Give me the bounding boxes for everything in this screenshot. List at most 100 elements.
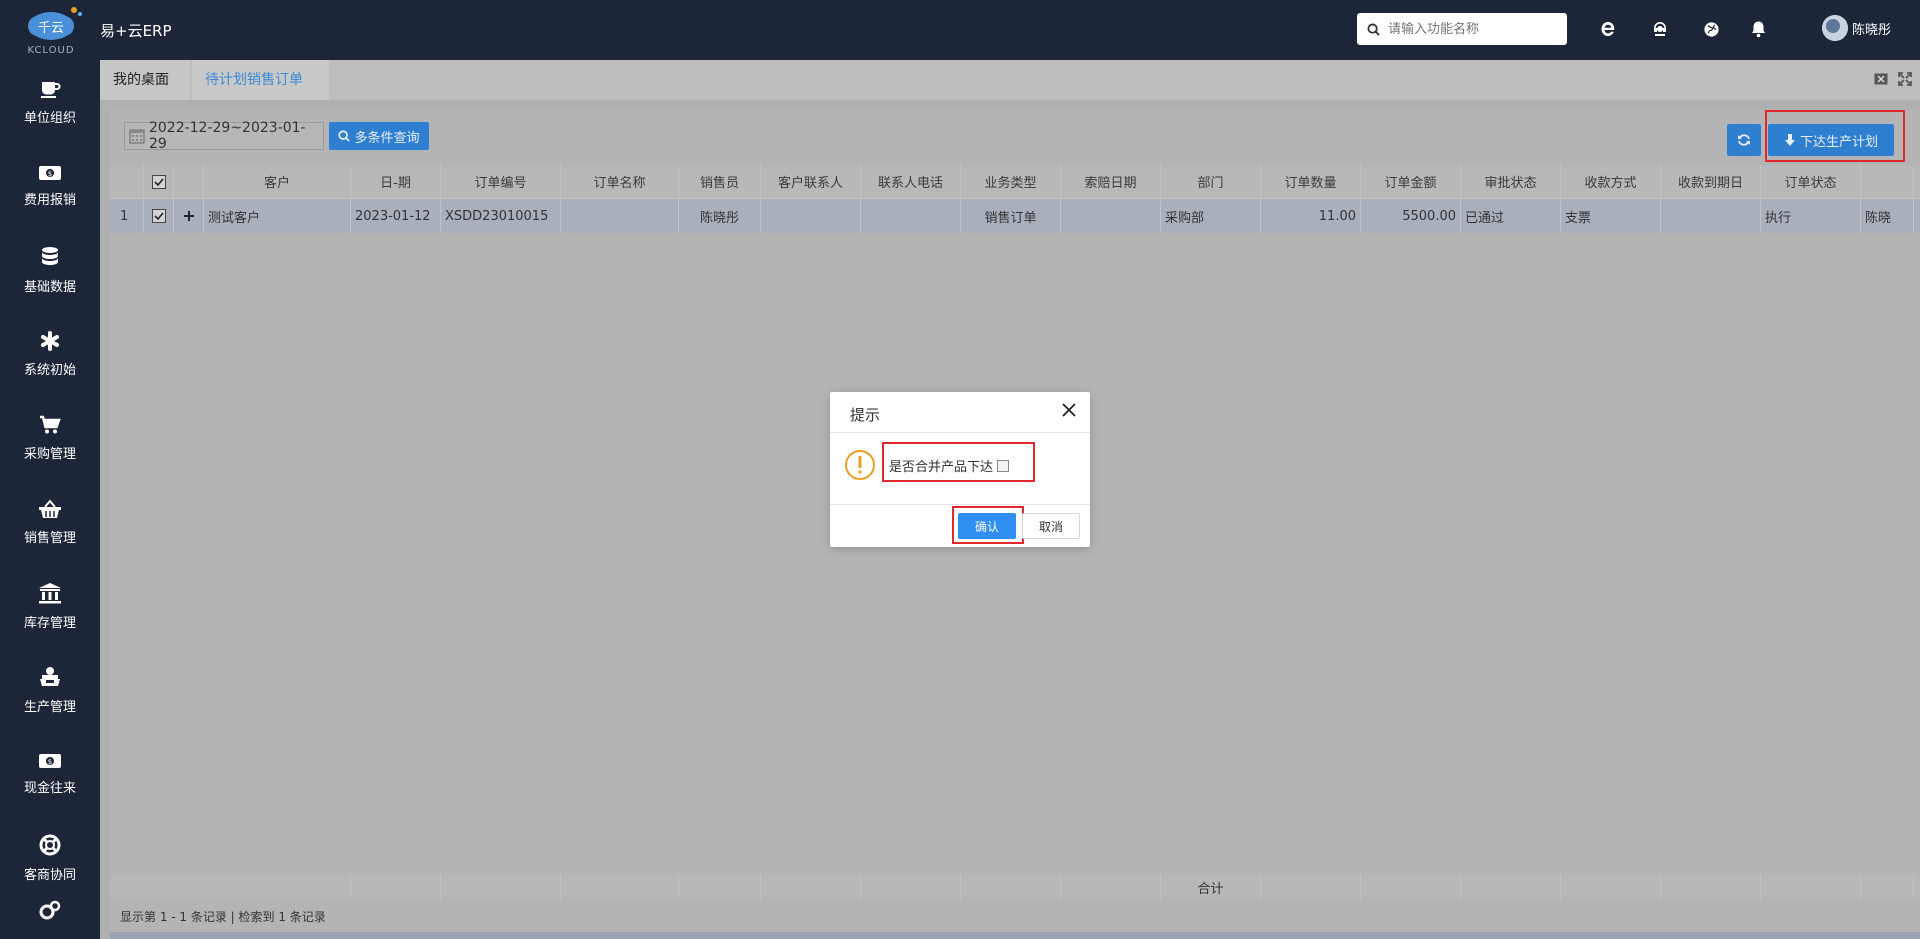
col-header[interactable]: 订单编号 xyxy=(441,165,561,198)
col-header[interactable]: 联系人电话 xyxy=(861,165,961,198)
sidebar-item-label: 系统初始 xyxy=(23,362,76,378)
date-range-input[interactable]: 2022-12-29~2023-01-29 xyxy=(124,120,324,152)
col-header[interactable]: 部门 xyxy=(1161,165,1261,198)
cell-department: 采购部 xyxy=(1161,199,1261,233)
tab-bar: 我的桌面 待计划销售订单 xyxy=(100,60,1920,100)
table-row[interactable]: 1 测试客户 2023-01-12 XSDD23010015 陈晓彤 销售订单 … xyxy=(110,199,1920,233)
col-header[interactable]: 日-期 xyxy=(351,165,441,198)
sidebar-item-more[interactable] xyxy=(0,900,100,939)
search-icon xyxy=(338,130,351,142)
svg-text:$: $ xyxy=(48,758,52,766)
col-header[interactable]: 订单名称 xyxy=(561,165,679,198)
headset-icon[interactable] xyxy=(1648,17,1672,41)
highlight-box-issue xyxy=(1765,110,1905,162)
tab-my-desktop[interactable]: 我的桌面 xyxy=(100,60,190,100)
cell-claim-date xyxy=(1061,199,1161,233)
checkbox-checked-icon[interactable] xyxy=(151,209,166,223)
cell-salesperson: 陈晓彤 xyxy=(679,199,761,233)
fullscreen-icon[interactable] xyxy=(1898,72,1912,86)
sidebar: 单位组织 $ 费用报销 基础数据 系统初始 采购管理 销售管理 库存管理 生产管… xyxy=(0,60,100,939)
sidebar-item-partner[interactable]: 客商协同 xyxy=(0,816,100,900)
confirm-dialog: 提示 是否合并产品下达 确认 取消 xyxy=(830,392,1090,547)
cell-contact-phone xyxy=(861,199,961,233)
sidebar-item-label: 销售管理 xyxy=(23,530,76,546)
cell-amount: 5500.00 xyxy=(1361,199,1461,233)
cell-overflow: 陈晓 xyxy=(1861,199,1914,233)
cell-payment-method: 支票 xyxy=(1561,199,1661,233)
asterisk-icon xyxy=(41,330,59,351)
col-header[interactable]: 客户 xyxy=(204,165,351,198)
search-icon xyxy=(1367,22,1380,36)
sidebar-item-basedata[interactable]: 基础数据 xyxy=(0,228,100,312)
database-icon xyxy=(42,246,58,265)
plus-icon xyxy=(183,211,194,221)
query-label: 多条件查询 xyxy=(354,130,420,146)
col-header[interactable]: 订单数量 xyxy=(1261,165,1361,198)
col-header[interactable]: 客户联系人 xyxy=(761,165,861,198)
logo: 千云 KCLOUD xyxy=(14,4,88,56)
sidebar-item-label: 费用报销 xyxy=(23,192,76,208)
col-header[interactable]: 订单状态 xyxy=(1761,165,1861,198)
ie-icon[interactable] xyxy=(1596,17,1620,41)
factory-icon xyxy=(40,666,60,686)
col-header[interactable]: 收款到期日 xyxy=(1661,165,1761,198)
sidebar-item-label: 生产管理 xyxy=(23,699,76,715)
horizontal-scrollbar[interactable] xyxy=(110,932,1920,939)
multi-condition-query-button[interactable]: 多条件查询 xyxy=(329,122,429,150)
sidebar-item-label: 单位组织 xyxy=(23,110,76,126)
sidebar-item-sales[interactable]: 销售管理 xyxy=(0,480,100,564)
sidebar-item-label: 现金往来 xyxy=(23,780,76,796)
cell-order-status: 执行 xyxy=(1761,199,1861,233)
top-bar: 千云 KCLOUD 易+云ERP 陈晓彤 xyxy=(0,0,1920,60)
cell-contact xyxy=(761,199,861,233)
cell-date: 2023-01-12 xyxy=(351,199,441,233)
logo-subtext: KCLOUD xyxy=(27,45,74,56)
sidebar-item-cash[interactable]: $ 现金往来 xyxy=(0,732,100,816)
cell-order-no: XSDD23010015 xyxy=(441,199,561,233)
col-header[interactable]: 业务类型 xyxy=(961,165,1061,198)
close-tabs-icon[interactable] xyxy=(1874,72,1888,86)
cart-icon xyxy=(40,415,61,433)
tab-pending-sales-orders[interactable]: 待计划销售订单 xyxy=(192,60,329,100)
user-name: 陈晓彤 xyxy=(1852,22,1892,38)
sidebar-item-org[interactable]: 单位组织 xyxy=(0,60,100,144)
money-icon: $ xyxy=(39,753,61,768)
footer-total-label: 合计 xyxy=(1161,875,1261,899)
close-icon[interactable] xyxy=(1060,401,1078,419)
logo-text: 千云 xyxy=(38,21,64,36)
header-index xyxy=(110,165,144,198)
header-select-all[interactable] xyxy=(144,165,174,198)
bell-icon[interactable] xyxy=(1746,17,1770,41)
sidebar-item-purchase[interactable]: 采购管理 xyxy=(0,396,100,480)
sidebar-item-label: 基础数据 xyxy=(23,279,76,295)
sidebar-item-expense[interactable]: $ 费用报销 xyxy=(0,144,100,228)
search-input[interactable] xyxy=(1388,21,1548,37)
checkbox-checked-icon[interactable] xyxy=(151,174,166,189)
record-status: 显示第 1 - 1 条记录 | 检索到 1 条记录 xyxy=(120,910,326,924)
globe-icon[interactable] xyxy=(1699,17,1723,41)
sidebar-item-production[interactable]: 生产管理 xyxy=(0,648,100,732)
bank-icon xyxy=(39,582,61,603)
cell-approval-status: 已通过 xyxy=(1461,199,1561,233)
basket-icon xyxy=(39,498,61,518)
lifebuoy-icon xyxy=(39,834,61,855)
col-header[interactable]: 销售员 xyxy=(679,165,761,198)
col-header[interactable]: 索赔日期 xyxy=(1061,165,1161,198)
money-icon: $ xyxy=(39,165,61,180)
sidebar-item-inventory[interactable]: 库存管理 xyxy=(0,564,100,648)
grid-footer: 合计 xyxy=(110,875,1920,899)
refresh-button[interactable] xyxy=(1727,124,1761,156)
sidebar-item-label: 库存管理 xyxy=(23,615,76,631)
sidebar-item-label: 采购管理 xyxy=(23,446,76,462)
row-index: 1 xyxy=(110,199,144,233)
user-menu[interactable]: 陈晓彤 xyxy=(1822,15,1891,41)
row-select[interactable] xyxy=(144,199,174,233)
tab-tools xyxy=(1874,72,1912,86)
cancel-button[interactable]: 取消 xyxy=(1022,513,1080,539)
col-header[interactable]: 订单金额 xyxy=(1361,165,1461,198)
col-header[interactable]: 审批状态 xyxy=(1461,165,1561,198)
col-header[interactable]: 收款方式 xyxy=(1561,165,1661,198)
function-search[interactable] xyxy=(1357,13,1567,45)
sidebar-item-sysinit[interactable]: 系统初始 xyxy=(0,312,100,396)
expand-row-button[interactable] xyxy=(174,199,204,233)
